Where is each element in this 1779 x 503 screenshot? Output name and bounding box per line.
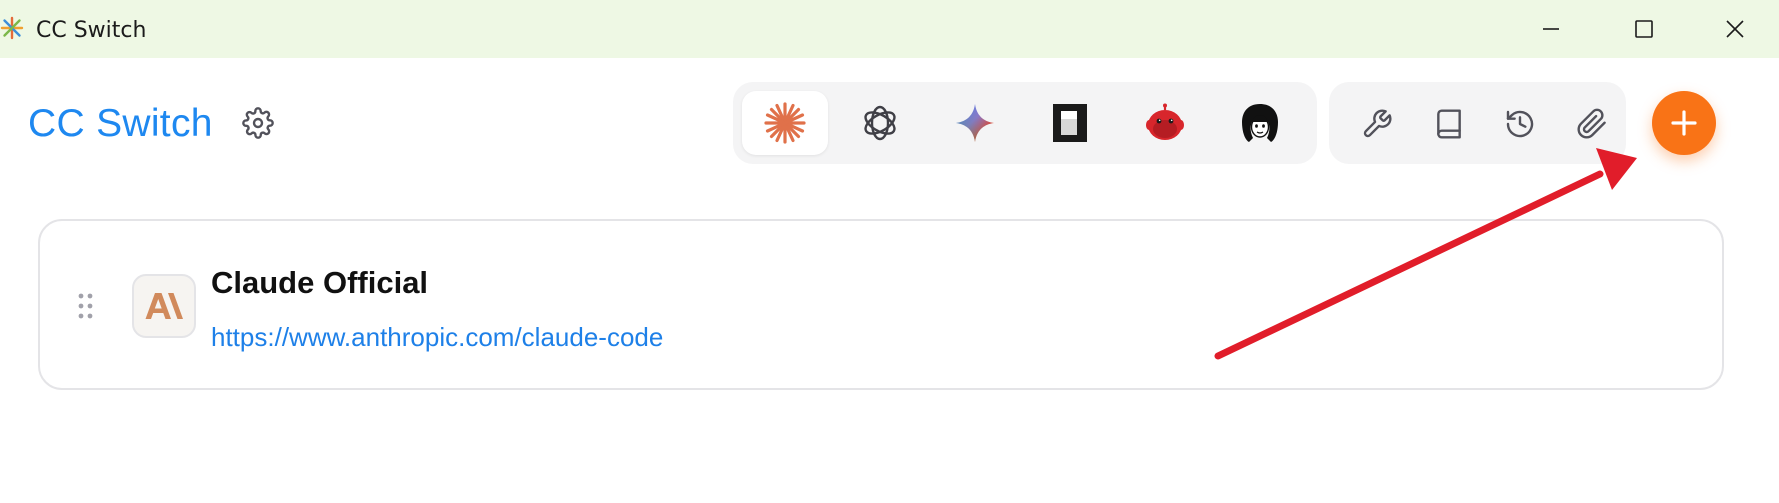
docs-button[interactable] [1424,99,1474,149]
close-button[interactable] [1688,0,1779,58]
anthropic-logo-glyph [145,293,183,319]
book-icon [1437,109,1461,139]
minimize-button[interactable] [1504,0,1598,58]
paperclip-icon [1577,108,1606,139]
gear-icon[interactable] [242,107,274,139]
add-provider-button[interactable] [1652,91,1716,155]
tools-toolbar [1329,82,1626,164]
provider-card[interactable]: Claude Official https://www.anthropic.co… [38,219,1724,390]
bw-character-icon [1242,104,1278,142]
app-tab-gemini[interactable] [932,91,1018,155]
plus-icon [1671,110,1697,136]
minimize-icon [1543,28,1559,30]
history-button[interactable] [1495,99,1545,149]
title-bar: CC Switch [0,0,1779,58]
provider-url-link[interactable]: https://www.anthropic.com/claude-code [211,322,663,353]
maximize-icon [1635,20,1653,38]
drag-handle-icon[interactable] [77,292,95,320]
app-tab-avatar[interactable] [1217,91,1303,155]
provider-name: Claude Official [211,265,429,300]
anthropic-logo-icon [132,274,196,338]
app-logo-icon [0,16,24,40]
app-tab-openai[interactable] [837,91,923,155]
app-tab-red-bot[interactable] [1122,91,1208,155]
app-tab-terminal[interactable] [1027,91,1113,155]
terminal-app-icon [1053,104,1087,142]
close-icon [1726,20,1744,38]
history-icon [1506,110,1534,138]
app-tab-claude[interactable] [742,91,828,155]
gemini-sparkle-icon [956,104,994,142]
tools-button[interactable] [1352,99,1402,149]
red-creature-icon [1146,103,1184,140]
attach-button[interactable] [1567,99,1617,149]
claude-starburst-icon [764,102,806,144]
maximize-button[interactable] [1597,0,1691,58]
window-title: CC Switch [36,18,147,43]
app-switcher [733,82,1317,164]
wrench-icon [1363,109,1392,138]
openai-knot-icon [864,105,896,141]
app-brand-title: CC Switch [28,102,213,145]
